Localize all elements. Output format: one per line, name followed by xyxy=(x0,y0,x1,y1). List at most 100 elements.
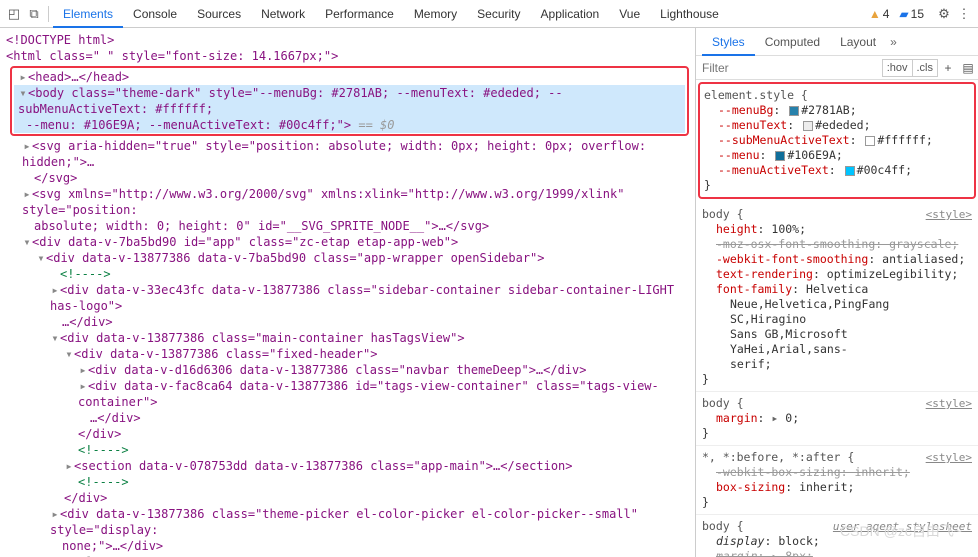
code-line[interactable]: ▸<div data-v-d16d6306 data-v-13877386 cl… xyxy=(0,362,695,378)
dollar-zero: == $0 xyxy=(358,118,394,132)
css-prop[interactable]: display: block; xyxy=(702,534,972,549)
code-line[interactable]: ▸<svg xmlns="http://www.w3.org/2000/svg"… xyxy=(0,186,695,218)
expand-arrow-icon[interactable]: ▸ xyxy=(22,138,32,154)
tab-security[interactable]: Security xyxy=(467,0,530,28)
more-tabs-icon[interactable]: » xyxy=(890,35,897,49)
tab-layout[interactable]: Layout xyxy=(830,28,886,56)
expand-arrow-icon[interactable]: ▾ xyxy=(50,330,60,346)
code-line[interactable]: <!----> xyxy=(0,266,695,282)
css-prop[interactable]: --menuText: #ededed; xyxy=(704,118,970,133)
css-prop-cont[interactable]: Neue,Helvetica,PingFang SC,Hiragino xyxy=(702,297,972,327)
tab-vue[interactable]: Vue xyxy=(609,0,650,28)
inspect-icon[interactable]: ◰ xyxy=(4,4,24,24)
css-rule[interactable]: <style> body { margin: ▸ 0; } xyxy=(696,392,978,446)
filter-input[interactable] xyxy=(696,56,882,79)
css-prop[interactable]: --menu: #106E9A; xyxy=(704,148,970,163)
code-line[interactable]: </div> xyxy=(0,490,695,506)
code-line[interactable]: ▾<div data-v-13877386 class="main-contai… xyxy=(0,330,695,346)
code-line[interactable]: ▾<div data-v-7ba5bd90 id="app" class="zc… xyxy=(0,234,695,250)
selected-node[interactable]: ▾<body class="theme-dark" style="--menuB… xyxy=(14,85,685,117)
tab-application[interactable]: Application xyxy=(531,0,610,28)
code-line[interactable]: ▸<section data-v-078753dd data-v-1387738… xyxy=(0,458,695,474)
color-swatch[interactable] xyxy=(865,136,875,146)
styles-body[interactable]: element.style { --menuBg: #2781AB; --men… xyxy=(696,80,978,557)
css-prop-overridden[interactable]: -moz-osx-font-smoothing: grayscale; xyxy=(702,237,972,252)
css-prop[interactable]: box-sizing: inherit; xyxy=(702,480,972,495)
expand-arrow-icon[interactable]: ▾ xyxy=(36,250,46,266)
css-prop[interactable]: margin: ▸ 0; xyxy=(702,411,972,426)
tab-lighthouse[interactable]: Lighthouse xyxy=(650,0,729,28)
code-line[interactable]: …</div> xyxy=(0,410,695,426)
expand-arrow-icon[interactable]: ▾ xyxy=(64,346,74,362)
hov-toggle[interactable]: :hov xyxy=(882,59,913,77)
tab-elements[interactable]: Elements xyxy=(53,0,123,28)
expand-shorthand-icon[interactable]: ▸ xyxy=(771,411,778,425)
cls-toggle[interactable]: .cls xyxy=(913,59,939,77)
source-link[interactable]: <style> xyxy=(926,450,972,465)
code-line[interactable]: ▸<head>…</head> xyxy=(14,69,685,85)
code-line[interactable]: <html class=" " style="font-size: 14.166… xyxy=(0,48,695,64)
code-line[interactable]: ▸<div data-v-33ec43fc data-v-13877386 cl… xyxy=(0,282,695,314)
tab-styles[interactable]: Styles xyxy=(702,28,755,56)
source-link[interactable]: <style> xyxy=(926,396,972,411)
code-line[interactable]: …</div> xyxy=(0,314,695,330)
panel-menu-icon[interactable]: ▤ xyxy=(958,61,978,75)
css-rule[interactable]: <style> body { height: height: 100%;100%… xyxy=(696,203,978,392)
css-prop-overridden[interactable]: -webkit-box-sizing: inherit; xyxy=(702,465,972,480)
tab-console[interactable]: Console xyxy=(123,0,187,28)
css-prop-cont[interactable]: serif; xyxy=(702,357,972,372)
tab-network[interactable]: Network xyxy=(251,0,315,28)
expand-arrow-icon[interactable]: ▸ xyxy=(22,186,32,202)
selector[interactable]: element.style { xyxy=(704,88,970,103)
code-line[interactable]: none;">…</div> xyxy=(0,538,695,554)
info-badge[interactable]: ▰15 xyxy=(899,7,924,21)
css-prop[interactable]: --menuBg: #2781AB; xyxy=(704,103,970,118)
rule-close: } xyxy=(704,178,970,193)
code-line[interactable]: ▾<div data-v-13877386 data-v-7ba5bd90 cl… xyxy=(0,250,695,266)
elements-tree[interactable]: <!DOCTYPE html> <html class=" " style="f… xyxy=(0,28,695,557)
tab-memory[interactable]: Memory xyxy=(404,0,467,28)
new-rule-button[interactable]: + xyxy=(938,61,958,75)
css-prop[interactable]: -webkit-font-smoothing: antialiased; xyxy=(702,252,972,267)
expand-arrow-icon[interactable]: ▸ xyxy=(78,378,88,394)
kebab-menu-icon[interactable]: ⋮ xyxy=(954,4,974,24)
settings-icon[interactable]: ⚙ xyxy=(934,4,954,24)
css-prop-cont[interactable]: Sans GB,Microsoft YaHei,Arial,sans- xyxy=(702,327,972,357)
color-swatch[interactable] xyxy=(789,106,799,116)
code-line[interactable]: </svg> xyxy=(0,170,695,186)
expand-arrow-icon[interactable]: ▸ xyxy=(50,506,60,522)
code-line[interactable]: <!----> xyxy=(0,474,695,490)
css-prop[interactable]: --menuActiveText: #00c4ff; xyxy=(704,163,970,178)
expand-arrow-icon[interactable]: ▸ xyxy=(18,69,28,85)
code-line[interactable]: <!----> xyxy=(0,442,695,458)
device-toggle-icon[interactable]: ⧉ xyxy=(24,4,44,24)
expand-arrow-icon[interactable]: ▾ xyxy=(22,234,32,250)
css-prop[interactable]: height: height: 100%;100%; xyxy=(702,222,972,237)
source-link[interactable]: <style> xyxy=(926,207,972,222)
expand-arrow-icon[interactable]: ▸ xyxy=(78,362,88,378)
css-rule[interactable]: <style> *, *:before, *:after { -webkit-b… xyxy=(696,446,978,515)
selected-node[interactable]: --menu: #106E9A; --menuActiveText: #00c4… xyxy=(14,117,685,133)
tab-sources[interactable]: Sources xyxy=(187,0,251,28)
code-line[interactable]: ▸<svg aria-hidden="true" style="position… xyxy=(0,138,695,170)
color-swatch[interactable] xyxy=(775,151,785,161)
tab-computed[interactable]: Computed xyxy=(755,28,830,56)
code-line[interactable]: <!DOCTYPE html> xyxy=(0,32,695,48)
code-line[interactable]: ▸<div data-v-13877386 class="theme-picke… xyxy=(0,506,695,538)
code-line[interactable]: absolute; width: 0; height: 0" id="__SVG… xyxy=(0,218,695,234)
css-rule-ua[interactable]: user agent stylesheet body { display: bl… xyxy=(696,515,978,557)
css-prop[interactable]: text-rendering: optimizeLegibility; xyxy=(702,267,972,282)
expand-arrow-icon[interactable]: ▸ xyxy=(64,458,74,474)
warnings-badge[interactable]: ▲4 xyxy=(869,7,890,21)
tab-performance[interactable]: Performance xyxy=(315,0,404,28)
code-line[interactable]: ▾<div data-v-13877386 class="fixed-heade… xyxy=(0,346,695,362)
color-swatch[interactable] xyxy=(803,121,813,131)
css-prop-overridden[interactable]: margin: ▸ 8px; xyxy=(702,549,972,557)
color-swatch[interactable] xyxy=(845,166,855,176)
code-line[interactable]: ▸<div data-v-fac8ca64 data-v-13877386 id… xyxy=(0,378,695,410)
expand-arrow-icon[interactable]: ▾ xyxy=(18,85,28,101)
code-line[interactable]: </div> xyxy=(0,426,695,442)
css-prop[interactable]: font-family: Helvetica xyxy=(702,282,972,297)
css-prop[interactable]: --subMenuActiveText: #ffffff; xyxy=(704,133,970,148)
expand-arrow-icon[interactable]: ▸ xyxy=(50,282,60,298)
